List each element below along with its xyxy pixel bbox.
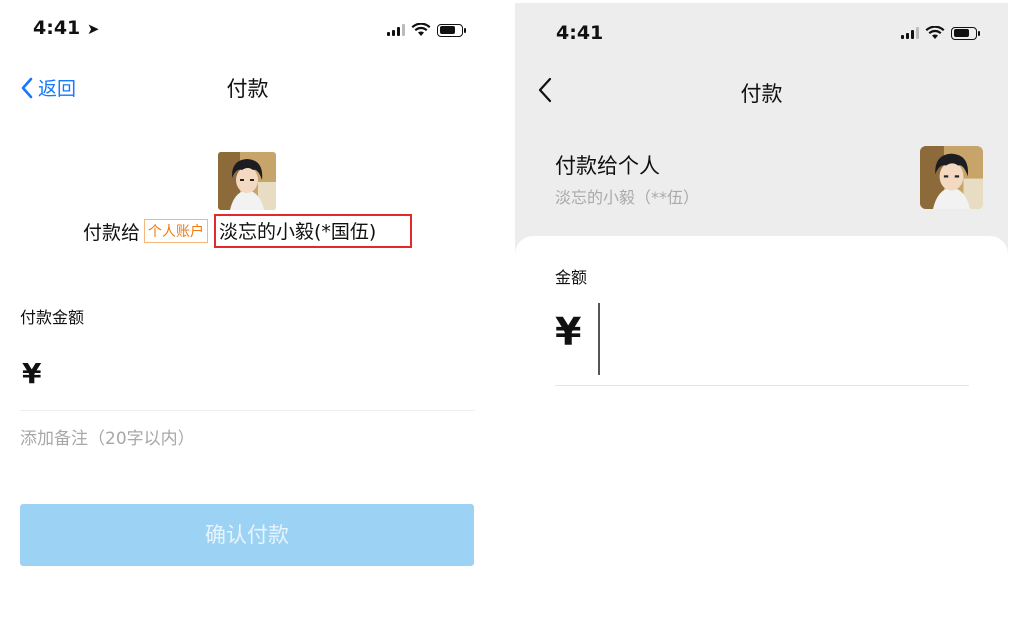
page-title: 付款 [226,77,269,101]
right-payment-screen: 4:41 付款 付款给个人 淡忘的小毅（**伍） 金额 ¥ [515,3,1008,620]
cellular-signal-icon [901,27,919,39]
amount-input[interactable]: ¥ [22,357,41,390]
payee-prefix: 付款给 [83,221,141,244]
payee-name-highlighted: 淡忘的小毅(*国伍) [214,214,413,248]
amount-divider [555,385,969,386]
page-title: 付款 [740,82,783,106]
wifi-icon [411,23,431,36]
amount-input-cursor[interactable] [598,303,600,375]
status-bar-time: 4:41 ➤ [33,17,99,39]
location-arrow-icon: ➤ [86,20,100,38]
currency-symbol: ¥ [555,310,582,354]
status-time-text: 4:41 [33,17,81,39]
account-type-tag: 个人账户 [144,219,209,243]
payee-avatar [920,146,983,209]
anime-boy-avatar-image [920,146,983,209]
confirm-payment-button[interactable]: 确认付款 [20,504,474,566]
pay-to-title: 付款给个人 [555,154,660,178]
amount-card: 金额 ¥ [515,236,1008,620]
status-bar-time: 4:41 [556,22,604,44]
battery-icon [951,26,980,40]
note-input[interactable]: 添加备注（20字以内） [20,424,195,449]
status-bar-icons [901,26,980,40]
screenshot-composite: 4:41 ➤ 返回 付款 付款给 个人账户 淡忘的小毅(*国伍) 付款金额 ¥ … [0,0,1020,620]
amount-label: 付款金额 [20,308,85,327]
amount-divider [20,410,475,411]
wifi-icon [925,26,945,39]
battery-icon [437,23,466,37]
left-payment-screen: 4:41 ➤ 返回 付款 付款给 个人账户 淡忘的小毅(*国伍) 付款金额 ¥ … [0,0,495,620]
cellular-signal-icon [387,24,405,36]
status-bar-icons [387,23,466,37]
payee-subtitle: 淡忘的小毅（**伍） [555,188,700,207]
anime-boy-avatar-image [218,152,276,210]
payee-line: 付款给 个人账户 淡忘的小毅(*国伍) [83,214,413,248]
amount-label: 金额 [555,268,588,287]
payee-avatar [218,152,276,210]
